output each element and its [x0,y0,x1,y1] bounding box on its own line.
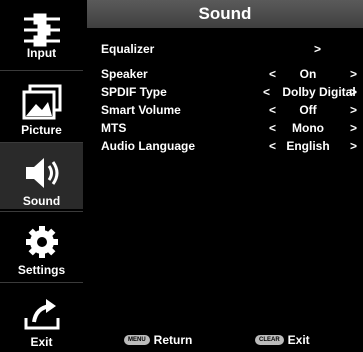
menu-row-smart-volume[interactable]: Smart Volume < Off > [101,101,359,119]
row-value: On [299,67,317,81]
row-value: English [286,139,330,153]
menu-row-spdif-type[interactable]: SPDIF Type < Dolby Digital > [101,83,359,101]
menu-row-speaker[interactable]: Speaker < On > [101,65,359,83]
exit-label: Exit [287,333,310,347]
sidebar-item-label: Input [26,46,57,60]
speaker-icon [22,155,62,191]
sidebar-item-exit[interactable]: Exit [0,284,83,350]
enter-arrow: > [314,42,322,56]
right-arrow[interactable]: > [350,103,357,117]
row-label: Audio Language [101,139,195,153]
right-arrow[interactable]: > [350,85,357,99]
gear-icon [22,224,62,260]
footer-hints: MENU Return CLEAR Exit [87,328,363,352]
menu-row-equalizer[interactable]: Equalizer > [101,40,359,58]
exit-hint[interactable]: CLEAR Exit [255,333,310,347]
right-arrow[interactable]: > [350,67,357,81]
right-arrow[interactable]: > [350,139,357,153]
sidebar-item-input[interactable]: Input [0,0,83,66]
input-cables-icon [22,12,62,48]
sidebar-item-picture[interactable]: Picture [0,72,83,138]
sidebar-item-label: Picture [21,123,62,137]
sidebar-item-label: Sound [22,194,61,208]
exit-icon [22,296,62,332]
row-label: Speaker [101,67,148,81]
return-label: Return [153,333,193,347]
divider [0,282,83,283]
menu-key-icon: MENU [124,335,150,345]
sidebar: Input Picture Sound Settings Exit [0,0,83,352]
left-arrow[interactable]: < [263,85,270,99]
return-hint[interactable]: MENU Return [124,333,192,347]
row-value: Mono [292,121,324,135]
sound-menu-panel: Sound Equalizer > Speaker < On > SPDIF T… [87,0,363,352]
row-label: Smart Volume [101,103,181,117]
picture-icon [22,84,62,120]
menu-row-mts[interactable]: MTS < Mono > [101,119,359,137]
row-label: SPDIF Type [101,85,167,99]
right-arrow[interactable]: > [350,121,357,135]
menu-row-audio-language[interactable]: Audio Language < English > [101,137,359,155]
row-value: Off [299,103,317,117]
sidebar-item-label: Exit [30,335,53,349]
row-label: Equalizer [101,42,155,56]
sidebar-item-settings[interactable]: Settings [0,212,83,278]
clear-key-icon: CLEAR [255,335,284,345]
sidebar-item-label: Settings [17,263,66,277]
panel-title: Sound [87,0,363,28]
sidebar-item-sound[interactable]: Sound [0,143,83,209]
divider [0,70,83,71]
row-label: MTS [101,121,127,135]
